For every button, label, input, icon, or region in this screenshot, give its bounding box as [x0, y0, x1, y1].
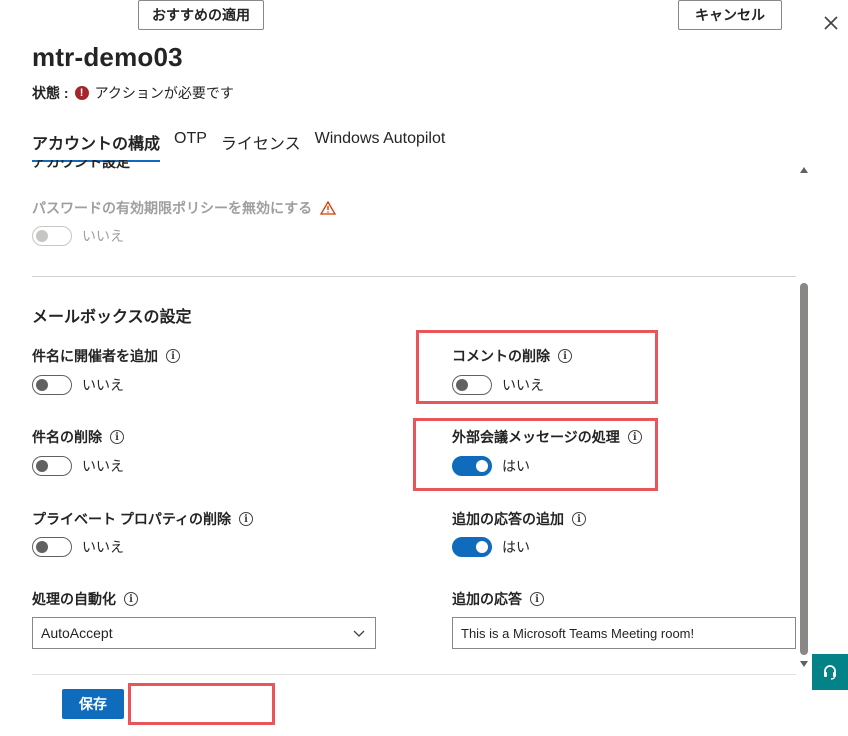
- add-additional-response-toggle[interactable]: [452, 537, 492, 557]
- automate-processing-value: AutoAccept: [41, 625, 113, 641]
- warning-icon: [320, 201, 337, 215]
- status-row: 状態 : ! アクションが必要です: [32, 83, 234, 103]
- delete-private-value: いいえ: [82, 539, 124, 555]
- automate-processing-label: 処理の自動化 i: [32, 589, 138, 609]
- tab-windows-autopilot[interactable]: Windows Autopilot: [315, 130, 446, 162]
- scroll-up-icon[interactable]: [800, 167, 808, 173]
- tab-bar: アカウントの構成 OTP ライセンス Windows Autopilot: [32, 130, 459, 162]
- delete-private-row: いいえ: [32, 537, 124, 557]
- settings-content: アカウント設定 パスワードの有効期限ポリシーを無効にする いいえ メールボックス…: [0, 160, 800, 672]
- chevron-down-icon: [353, 630, 365, 637]
- tab-license[interactable]: ライセンス: [221, 130, 301, 162]
- delete-private-toggle[interactable]: [32, 537, 72, 557]
- tab-otp[interactable]: OTP: [174, 130, 207, 162]
- close-icon: [824, 16, 838, 30]
- apply-recommended-button[interactable]: おすすめの適用: [138, 0, 264, 30]
- additional-response-input[interactable]: [452, 617, 796, 649]
- content-scrollbar[interactable]: [798, 163, 810, 671]
- password-policy-label-text: パスワードの有効期限ポリシーを無効にする: [32, 200, 313, 216]
- scroll-down-icon[interactable]: [800, 661, 808, 667]
- add-organizer-toggle[interactable]: [32, 375, 72, 395]
- tab-account-config[interactable]: アカウントの構成: [32, 130, 161, 162]
- delete-subject-value: いいえ: [82, 458, 124, 474]
- add-organizer-row: いいえ: [32, 375, 124, 395]
- add-additional-response-label-text: 追加の応答の追加: [452, 511, 564, 527]
- cancel-button[interactable]: キャンセル: [678, 0, 782, 30]
- highlight-apply-recommended: [128, 683, 275, 725]
- delete-subject-row: いいえ: [32, 456, 124, 476]
- add-organizer-label: 件名に開催者を追加 i: [32, 346, 180, 366]
- info-icon[interactable]: i: [166, 349, 180, 363]
- highlight-process-external: [413, 418, 658, 491]
- scroll-thumb[interactable]: [800, 283, 808, 655]
- info-icon[interactable]: i: [572, 512, 586, 526]
- password-policy-row: いいえ: [32, 226, 124, 246]
- save-button[interactable]: 保存: [62, 689, 124, 719]
- password-policy-toggle: [32, 226, 72, 246]
- info-icon[interactable]: i: [239, 512, 254, 526]
- mailbox-settings-title: メールボックスの設定: [32, 309, 192, 326]
- highlight-delete-comments: [416, 330, 658, 404]
- delete-private-label-text: プライベート プロパティの削除: [32, 511, 232, 527]
- info-icon[interactable]: i: [110, 430, 124, 444]
- help-button[interactable]: [812, 654, 848, 690]
- additional-response-label-text: 追加の応答: [452, 591, 522, 607]
- delete-subject-label: 件名の削除 i: [32, 427, 124, 447]
- add-additional-response-value: はい: [502, 539, 530, 555]
- error-icon: !: [74, 86, 89, 100]
- automate-processing-select[interactable]: AutoAccept: [32, 617, 376, 649]
- delete-subject-toggle[interactable]: [32, 456, 72, 476]
- footer-divider: [32, 674, 796, 675]
- add-organizer-value: いいえ: [82, 377, 124, 393]
- info-icon[interactable]: i: [124, 592, 138, 606]
- info-icon[interactable]: i: [530, 592, 544, 606]
- password-policy-value: いいえ: [82, 228, 124, 244]
- close-button[interactable]: [820, 12, 842, 34]
- delete-subject-label-text: 件名の削除: [32, 429, 102, 445]
- add-additional-response-label: 追加の応答の追加 i: [452, 509, 586, 529]
- section-divider: [32, 276, 796, 277]
- page-title: mtr-demo03: [32, 42, 183, 72]
- add-organizer-label-text: 件名に開催者を追加: [32, 348, 158, 364]
- add-additional-response-row: はい: [452, 537, 530, 557]
- password-policy-label: パスワードの有効期限ポリシーを無効にする: [32, 198, 337, 218]
- account-settings-title: アカウント設定: [32, 160, 130, 170]
- status-text: アクションが必要です: [94, 85, 234, 101]
- help-headset-icon: [824, 665, 836, 680]
- status-label: 状態 :: [32, 85, 69, 101]
- automate-processing-label-text: 処理の自動化: [32, 591, 116, 607]
- delete-private-label: プライベート プロパティの削除 i: [32, 509, 254, 529]
- additional-response-label: 追加の応答 i: [452, 589, 544, 609]
